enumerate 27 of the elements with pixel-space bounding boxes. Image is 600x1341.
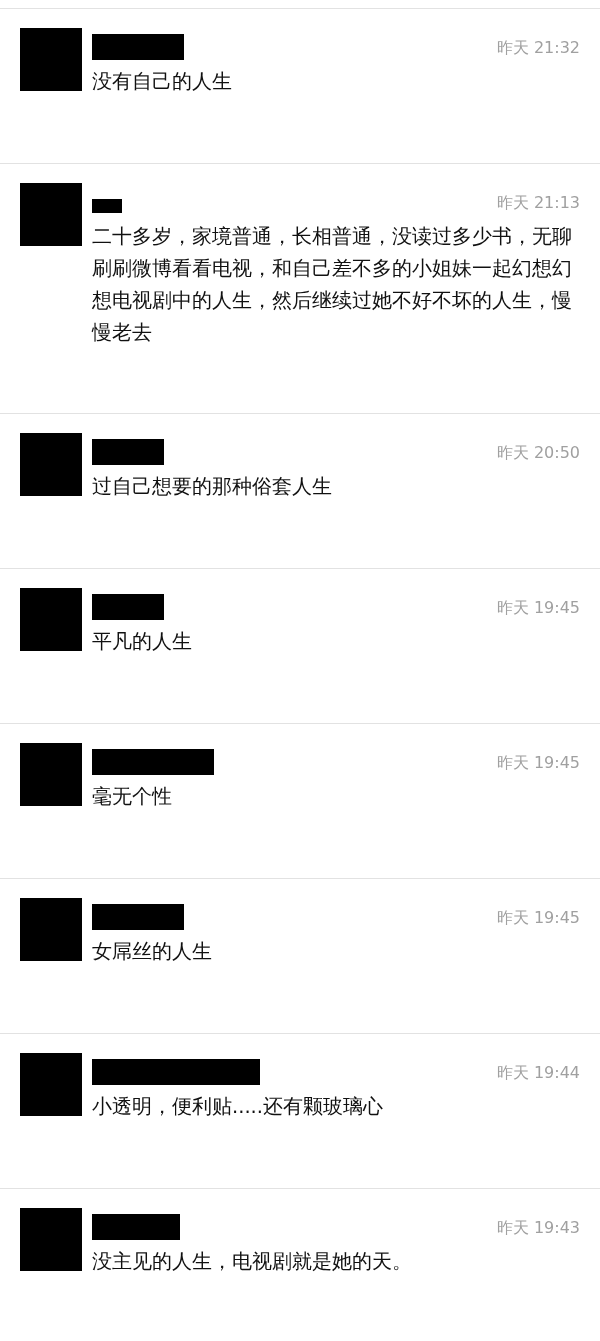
comment-time: 昨天 19:44 bbox=[496, 1062, 580, 1084]
redacted-avatar bbox=[20, 588, 82, 651]
redacted-name bbox=[92, 199, 122, 213]
redacted-avatar bbox=[20, 28, 82, 91]
redacted-avatar bbox=[20, 433, 82, 496]
redacted-avatar bbox=[20, 743, 82, 806]
comment-text: 女屌丝的人生 bbox=[92, 939, 213, 965]
redacted-avatar bbox=[20, 898, 82, 961]
comment-time: 昨天 20:50 bbox=[496, 442, 580, 464]
comment-time: 昨天 19:45 bbox=[496, 597, 580, 619]
redacted-name bbox=[92, 594, 164, 620]
redacted-name bbox=[92, 439, 164, 465]
comment-text: 二十多岁，家境普通，长相普通，没读过多少书，无聊刷刷微博看看电视，和自己差不多的小姐妹一起幻想幻想电视剧中的人生，然后继续过她不好不坏的人生，慢慢老去 bbox=[92, 224, 573, 346]
comment-text: 没有自己的人生 bbox=[92, 69, 233, 95]
comment-text: 过自己想要的那种俗套人生 bbox=[92, 474, 333, 500]
comment-text: 没主见的人生，电视剧就是她的天。 bbox=[92, 1249, 413, 1275]
comment-time: 昨天 19:43 bbox=[496, 1217, 580, 1239]
comment-time: 昨天 19:45 bbox=[496, 752, 580, 774]
redacted-avatar bbox=[20, 1053, 82, 1116]
comment-time: 昨天 21:13 bbox=[496, 192, 580, 214]
comment-time: 昨天 19:45 bbox=[496, 907, 580, 929]
comment-time: 昨天 21:32 bbox=[496, 37, 580, 59]
comment-text: 毫无个性 bbox=[92, 784, 173, 810]
redacted-avatar bbox=[20, 183, 82, 246]
comment-text: 平凡的人生 bbox=[92, 629, 193, 655]
redacted-avatar bbox=[20, 1208, 82, 1271]
comment-text: 小透明，便利贴.....还有颗玻璃心 bbox=[92, 1094, 384, 1120]
